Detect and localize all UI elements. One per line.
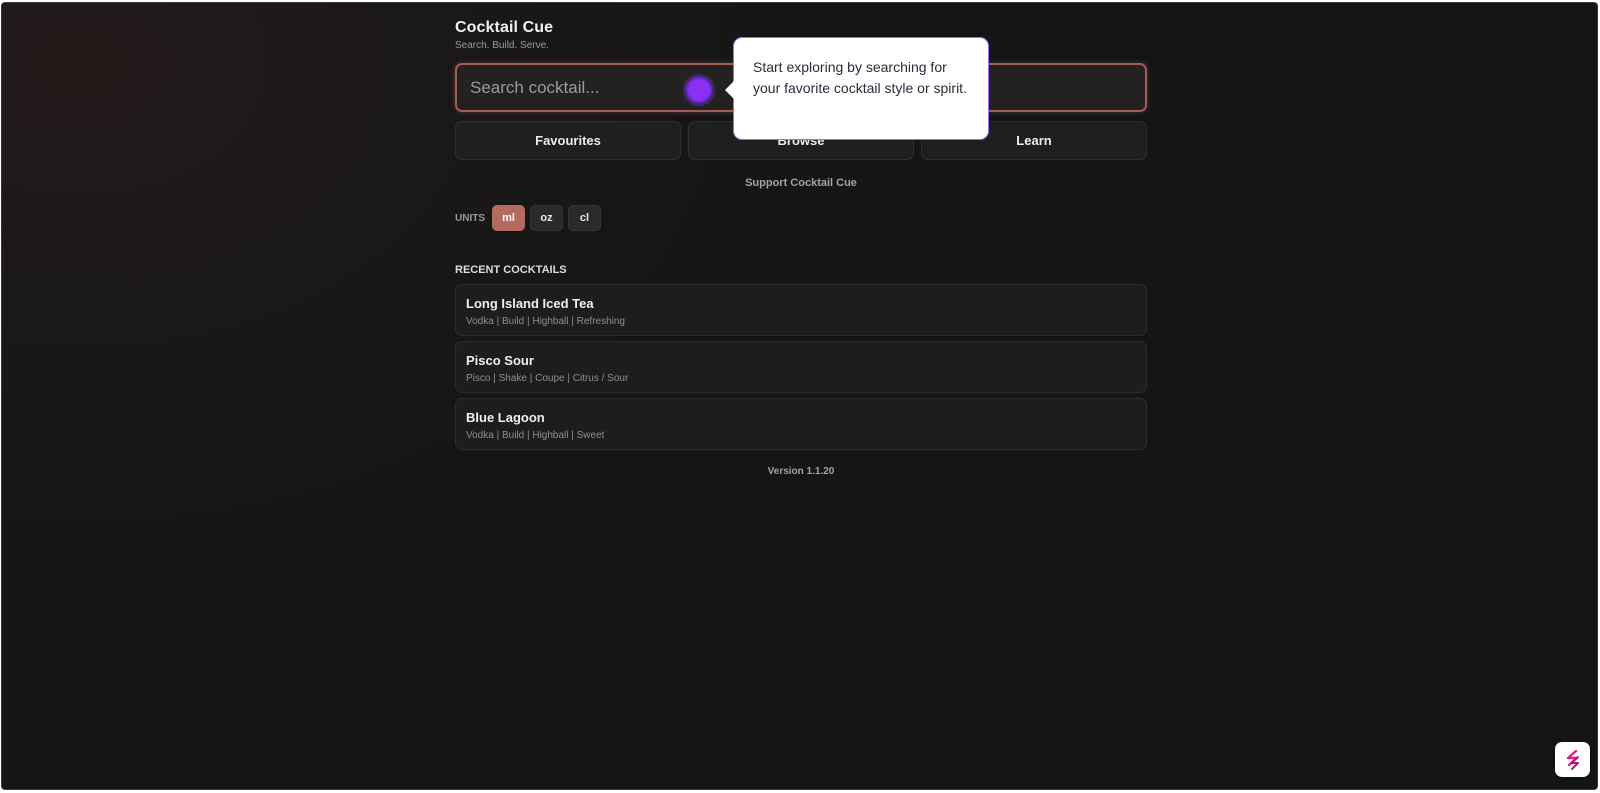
cocktail-name: Blue Lagoon bbox=[466, 410, 545, 425]
unit-oz-button[interactable]: oz bbox=[530, 205, 563, 231]
pulse-dot-icon[interactable] bbox=[683, 74, 715, 106]
cocktail-name: Pisco Sour bbox=[466, 353, 534, 368]
recent-cocktail-item[interactable]: Pisco Sour Pisco | Shake | Coupe | Citru… bbox=[455, 341, 1147, 393]
unit-ml-button[interactable]: ml bbox=[492, 205, 525, 231]
units-label: UNITS bbox=[455, 212, 485, 224]
supademo-logo-icon[interactable] bbox=[1555, 742, 1590, 777]
unit-cl-button[interactable]: cl bbox=[568, 205, 601, 231]
hotspot-dot bbox=[688, 79, 710, 101]
app-title: Cocktail Cue bbox=[455, 19, 554, 36]
favourites-button[interactable]: Favourites bbox=[455, 121, 681, 160]
cocktail-meta: Pisco | Shake | Coupe | Citrus / Sour bbox=[466, 373, 629, 384]
recent-cocktails-list: Long Island Iced Tea Vodka | Build | Hig… bbox=[455, 284, 1147, 455]
logo-glyph-icon bbox=[1566, 749, 1579, 770]
cocktail-meta: Vodka | Build | Highball | Refreshing bbox=[466, 316, 625, 327]
recent-cocktail-item[interactable]: Blue Lagoon Vodka | Build | Highball | S… bbox=[455, 398, 1147, 450]
version-label: Version 1.1.20 bbox=[767, 466, 835, 477]
units-selector: UNITS ml oz cl bbox=[455, 205, 601, 231]
tooltip-arrow bbox=[725, 81, 734, 99]
app-window: Cocktail Cue Search. Build. Serve. Favou… bbox=[1, 2, 1598, 790]
recent-cocktails-heading: RECENT COCKTAILS bbox=[455, 264, 567, 276]
recent-cocktail-item[interactable]: Long Island Iced Tea Vodka | Build | Hig… bbox=[455, 284, 1147, 336]
cocktail-name: Long Island Iced Tea bbox=[466, 296, 594, 311]
tour-tooltip: Start exploring by searching for your fa… bbox=[725, 37, 989, 140]
cocktail-meta: Vodka | Build | Highball | Sweet bbox=[466, 430, 605, 441]
app-subtitle: Search. Build. Serve. bbox=[455, 40, 549, 51]
tooltip-text: Start exploring by searching for your fa… bbox=[753, 59, 967, 96]
support-link[interactable]: Support Cocktail Cue bbox=[455, 177, 1147, 189]
